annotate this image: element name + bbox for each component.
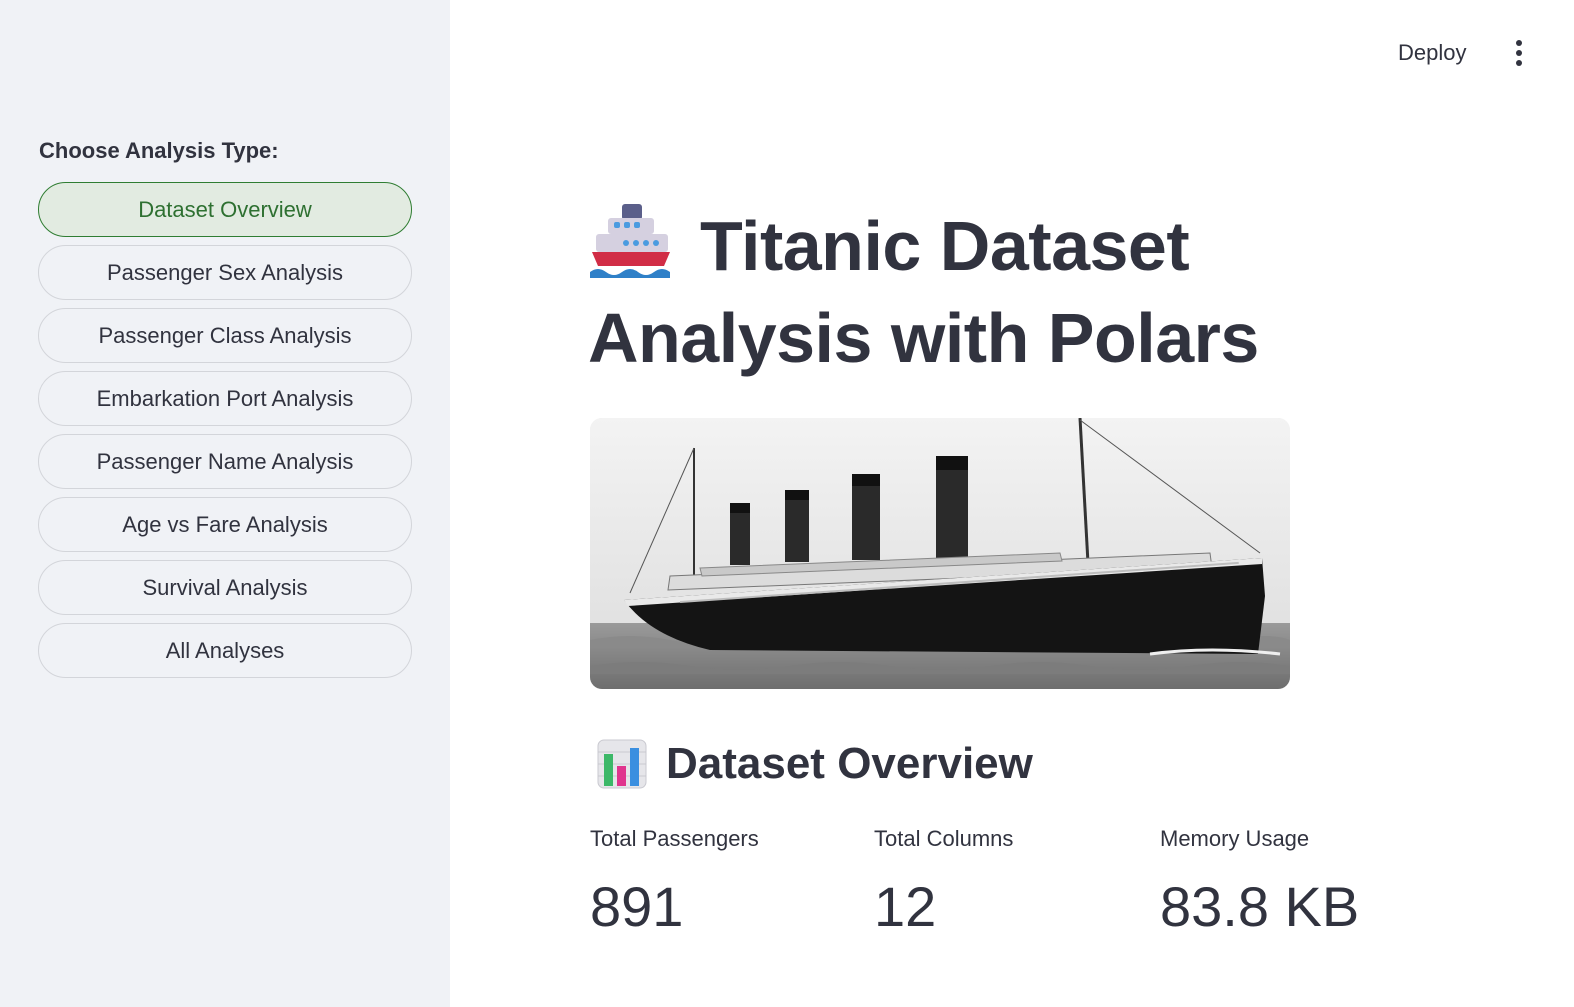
sidebar: Choose Analysis Type: Dataset Overview P… [0, 0, 450, 1007]
app: Choose Analysis Type: Dataset Overview P… [0, 0, 1574, 1007]
sidebar-heading: Choose Analysis Type: [39, 138, 279, 163]
metric-value: 891 [590, 875, 684, 938]
option-all-analyses[interactable]: All Analyses [38, 623, 412, 678]
option-survival-analysis[interactable]: Survival Analysis [38, 560, 412, 615]
metric-value: 83.8 KB [1160, 875, 1360, 938]
vertical-ellipsis-icon[interactable] [1505, 36, 1533, 70]
option-label: Dataset Overview [138, 196, 312, 222]
bar-chart-icon [597, 739, 647, 789]
metric-label: Total Columns [874, 826, 1014, 851]
option-label: Passenger Sex Analysis [106, 259, 344, 285]
metric-total-columns: Total Columns 12 [874, 826, 1013, 939]
option-age-vs-fare-analysis[interactable]: Age vs Fare Analysis [38, 497, 412, 552]
metric-value: 12 [874, 875, 937, 938]
option-label: Passenger Class Analysis [98, 322, 352, 348]
page-title-text: Titanic Dataset Analysis with Polars [588, 207, 1259, 377]
option-embarkation-port-analysis[interactable]: Embarkation Port Analysis [38, 371, 412, 426]
metric-memory-usage: Memory Usage 83.8 KB [1160, 826, 1359, 939]
analysis-type-radio-group: Dataset Overview Passenger Sex Analysis … [38, 182, 412, 678]
option-dataset-overview[interactable]: Dataset Overview [38, 182, 412, 237]
ship-icon [590, 204, 670, 278]
metric-total-passengers: Total Passengers 891 [590, 826, 759, 939]
section-title: Dataset Overview [596, 738, 1033, 790]
option-label: Passenger Name Analysis [96, 448, 354, 474]
page-title: Titanic Dataset Analysis with Polars [588, 200, 1348, 384]
option-passenger-class-analysis[interactable]: Passenger Class Analysis [38, 308, 412, 363]
section-title-text: Dataset Overview [666, 739, 1033, 788]
option-passenger-name-analysis[interactable]: Passenger Name Analysis [38, 434, 412, 489]
option-label: Survival Analysis [142, 574, 308, 600]
metric-label: Memory Usage [1160, 826, 1310, 851]
option-passenger-sex-analysis[interactable]: Passenger Sex Analysis [38, 245, 412, 300]
metric-label: Total Passengers [590, 826, 759, 851]
option-label: Embarkation Port Analysis [96, 385, 354, 411]
option-label: All Analyses [165, 637, 285, 663]
option-label: Age vs Fare Analysis [122, 511, 328, 537]
deploy-button[interactable]: Deploy [1390, 36, 1474, 70]
titanic-ship-photo [590, 418, 1290, 689]
